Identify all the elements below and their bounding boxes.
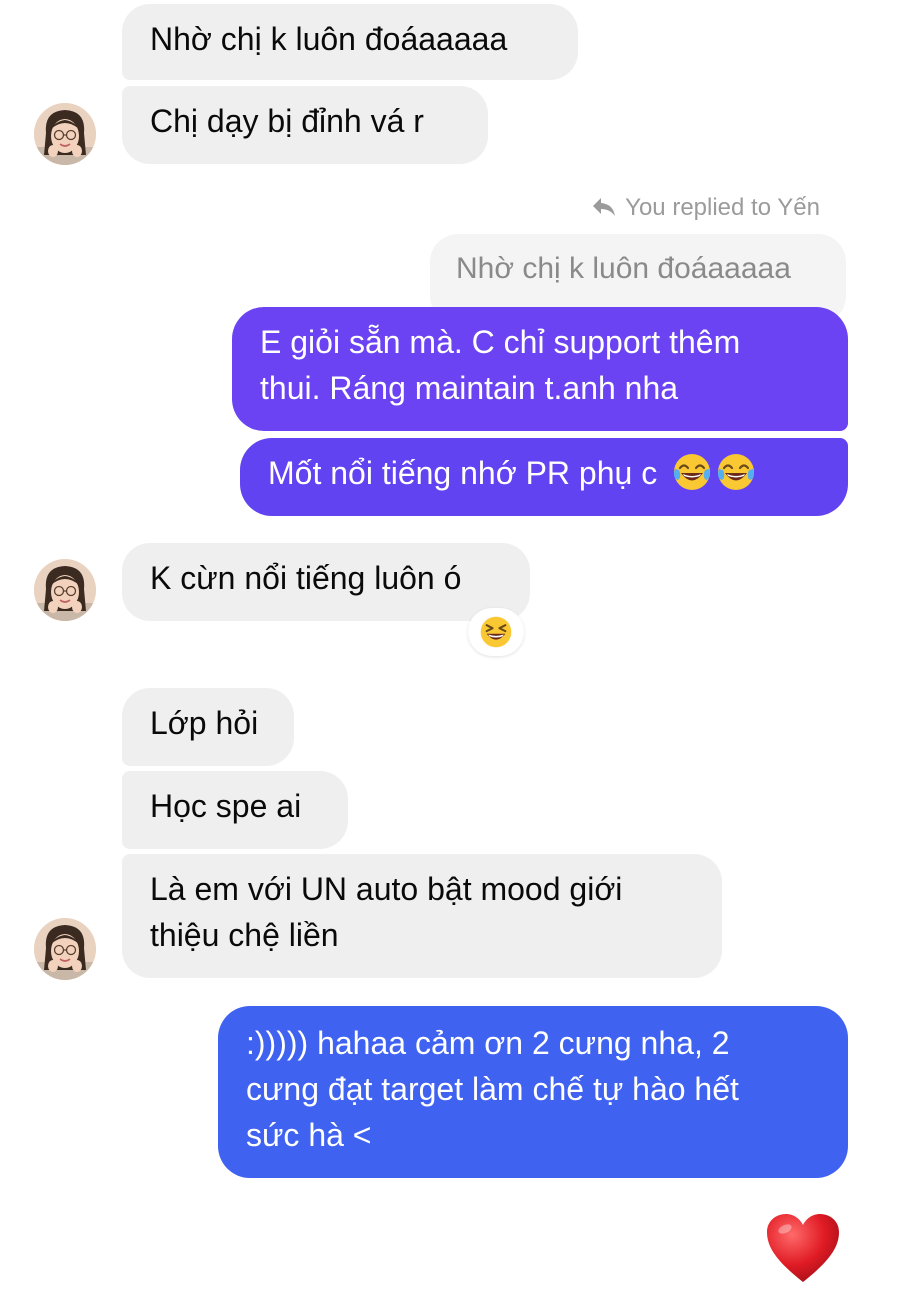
message-text: Lớp hỏi [150,705,259,741]
reply-label-text: You replied to Yến [625,194,820,221]
outgoing-message[interactable]: Mốt nổi tiếng nhớ PR phụ c [240,438,848,516]
incoming-message[interactable]: Học spe ai [122,771,348,849]
message-text-line: sức hà < [246,1117,372,1153]
message-text-line: thui. Ráng maintain t.anh nha [260,370,679,406]
outgoing-message[interactable]: E giỏi sẵn mà. C chỉ support thêm thui. … [232,307,848,431]
incoming-message[interactable]: K cừn nổi tiếng luôn ó [122,543,530,621]
quoted-text: Nhờ chị k luôn đoáaaaaa [456,252,791,285]
message-text-line: Là em với UN auto bật mood giới [150,871,623,907]
contact-avatar[interactable] [34,103,96,165]
grinning-squinting-face-emoji [479,615,513,649]
reply-indicator: You replied to Yến [591,193,820,223]
message-text: K cừn nổi tiếng luôn ó [150,560,462,596]
incoming-message[interactable]: Lớp hỏi [122,688,294,766]
reply-arrow-icon [593,198,616,216]
message-text: Học spe ai [150,788,302,824]
message-text-line: thiệu chệ liền [150,917,339,953]
message-text: Nhờ chị k luôn đoáaaaaa [150,21,508,57]
message-text: Chị dạy bị đỉnh vá r [150,103,424,139]
message-reaction[interactable] [468,608,524,656]
face-with-tears-of-joy-emoji [672,452,712,492]
message-text-line: :))))) hahaa cảm ơn 2 cưng nha, 2 [246,1025,730,1061]
contact-avatar[interactable] [34,559,96,621]
outgoing-message[interactable]: :))))) hahaa cảm ơn 2 cưng nha, 2 cưng đ… [218,1006,848,1178]
incoming-message[interactable]: Là em với UN auto bật mood giới thiệu ch… [122,854,722,978]
face-with-tears-of-joy-emoji [716,452,756,492]
red-heart-emoji[interactable] [765,1212,841,1284]
message-text-line: cưng đạt target làm chế tự hào hết [246,1071,739,1107]
message-text-line: E giỏi sẵn mà. C chỉ support thêm [260,324,741,360]
incoming-message[interactable]: Chị dạy bị đỉnh vá r [122,86,488,164]
incoming-message[interactable]: Nhờ chị k luôn đoáaaaaa [122,4,578,80]
contact-avatar[interactable] [34,918,96,980]
message-text: Mốt nổi tiếng nhớ PR phụ c [268,455,658,491]
